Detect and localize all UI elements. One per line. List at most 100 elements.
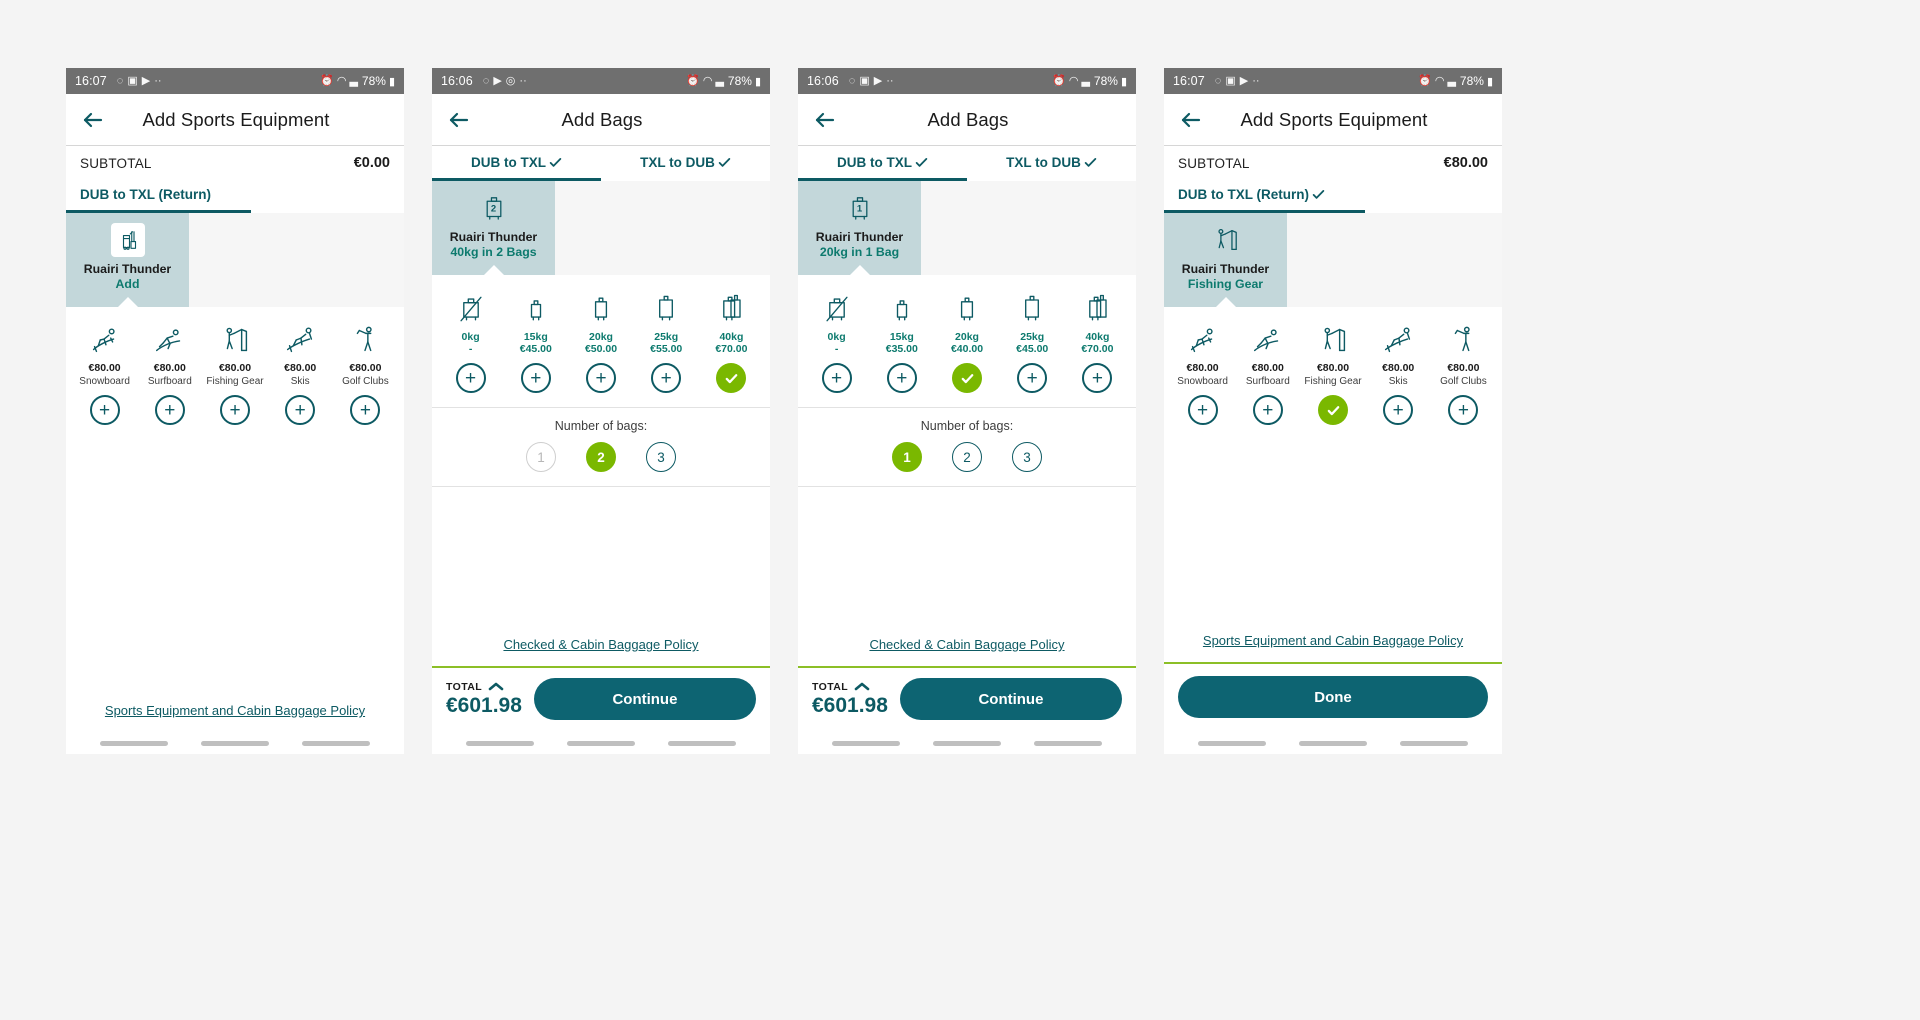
bag-count-option-2[interactable]: 2 [586,442,616,473]
option-add-button[interactable]: + [89,395,120,426]
option-price: €80.00 [1186,362,1219,375]
continue-button[interactable]: Continue [899,678,1122,720]
battery-percent-label: 78% [1459,74,1484,88]
photos-icon: ▣ [1225,74,1236,87]
option-add-button[interactable]: + [821,363,852,394]
continue-button[interactable]: Continue [533,678,756,720]
number-of-bags-section: Number of bags: 1 2 3 [798,407,1136,488]
chevron-up-icon[interactable] [488,681,504,692]
signal-icon: ▃ [1081,74,1090,87]
done-button[interactable]: Done [1178,676,1488,718]
option-selected-button[interactable] [716,363,747,394]
policy-link[interactable]: Checked & Cabin Baggage Policy [869,637,1064,652]
nav-pill-1[interactable] [1298,740,1367,746]
option-weight: 0kg [827,331,846,344]
policy-link[interactable]: Checked & Cabin Baggage Policy [503,637,698,652]
option-name: Snowboard [1177,376,1228,388]
nav-pill-0[interactable] [832,740,901,746]
option-add-button[interactable]: + [350,395,381,426]
route-tab-0[interactable]: DUB to TXL (Return) [1164,178,1365,213]
passenger-card[interactable]: Ruairi Thunder Fishing Gear [1164,213,1287,309]
option-add-button[interactable]: + [520,363,551,394]
status-bar: 16:06 ◌ ▣ ▶ ·· ⏰ ◠ ▃ 78% ▮ [798,68,1136,94]
option-price: €80.00 [1316,362,1350,375]
nav-pill-0[interactable] [100,740,169,746]
no-bag-icon [453,287,489,327]
passenger-card[interactable]: Ruairi Thunder Add [66,213,189,309]
option-selected-button[interactable] [952,363,982,394]
option-weight: 40kg [719,331,744,344]
status-bar: 16:07 ◌ ▣ ▶ ·· ⏰ ◠ ▃ 78% ▮ [66,68,404,94]
passenger-name: Ruairi Thunder [449,230,538,244]
plus-icon: + [154,395,185,426]
subtotal-row: SUBTOTAL €80.00 [1164,146,1502,178]
back-arrow-icon[interactable] [812,107,838,133]
wifi-icon: ◠ [1068,74,1079,87]
option-add-button[interactable]: + [1383,395,1414,426]
nav-pill-1[interactable] [566,740,635,746]
bag-count-badge: 1 [856,203,863,215]
system-nav-bar [66,732,404,754]
option-price: €80.00 [1382,362,1415,375]
bag-count-option-2[interactable]: 2 [952,442,982,473]
passenger-card[interactable]: 2 Ruairi Thunder 40kg in 2 Bags [432,181,555,277]
option-add-button[interactable]: + [651,363,682,394]
route-tab-label: TXL to DUB [640,155,715,170]
option-add-button[interactable]: + [586,363,616,394]
snowboard-icon [86,319,124,359]
policy-link[interactable]: Sports Equipment and Cabin Baggage Polic… [1203,633,1463,648]
nav-pill-2[interactable] [667,740,736,746]
whatsapp-icon: ◌ [116,74,124,87]
bag-count-option-1[interactable]: 1 [892,442,922,473]
bag-count-option-3[interactable]: 3 [646,442,676,473]
policy-link[interactable]: Sports Equipment and Cabin Baggage Polic… [105,703,365,718]
no-bag-icon [819,287,855,327]
option-add-button[interactable]: + [1252,395,1283,426]
nav-pill-2[interactable] [1399,740,1468,746]
option-add-button[interactable]: + [154,395,185,426]
status-bar-clock: 16:06 [441,74,473,88]
alarm-icon: ⏰ [320,74,334,87]
option-price: €80.00 [218,362,252,375]
nav-pill-1[interactable] [200,740,269,746]
option-add-button[interactable]: + [1187,395,1218,426]
system-nav-bar [432,732,770,754]
route-tab-0[interactable]: DUB to TXL [798,146,967,181]
chevron-up-icon[interactable] [854,681,870,692]
nav-pill-2[interactable] [301,740,370,746]
nav-pill-2[interactable] [1033,740,1102,746]
option-cost: €45.00 [1016,343,1049,356]
option-add-button[interactable]: + [1448,395,1479,426]
bag-count-option-3[interactable]: 3 [1012,442,1042,473]
option-add-button[interactable]: + [886,363,917,394]
option-selected-button[interactable] [1318,395,1348,426]
suitcase-badge-icon: 2 [477,191,511,225]
back-arrow-icon[interactable] [1178,107,1204,133]
route-tab-0[interactable]: DUB to TXL [432,146,601,181]
more-icon: ·· [886,74,894,87]
option-name: Fishing Gear [206,376,264,388]
route-tab-1[interactable]: TXL to DUB [967,146,1136,181]
nav-pill-1[interactable] [932,740,1001,746]
nav-pill-0[interactable] [466,740,535,746]
content-spacer [798,487,1136,626]
check-icon [716,363,747,394]
option-add-button[interactable]: + [220,395,250,426]
route-tab-0[interactable]: DUB to TXL (Return) [66,178,251,213]
option-add-button[interactable]: + [455,363,486,394]
back-arrow-icon[interactable] [446,107,472,133]
route-tab-1[interactable]: TXL to DUB [601,146,770,181]
passenger-card[interactable]: 1 Ruairi Thunder 20kg in 1 Bag [798,181,921,277]
option-name: Golf Clubs [342,376,389,388]
option-name: Surfboard [1245,376,1290,388]
total-value: €601.98 [446,693,522,717]
option-cost: €40.00 [950,343,984,356]
nav-pill-0[interactable] [1198,740,1267,746]
option-add-button[interactable]: + [1082,363,1113,394]
option-add-button[interactable]: + [285,395,316,426]
back-arrow-icon[interactable] [80,107,106,133]
option-add-button[interactable]: + [1017,363,1048,394]
fishing-gear-icon [216,319,254,359]
option-name: Fishing Gear [1304,376,1362,388]
passenger-name: Ruairi Thunder [83,262,172,276]
